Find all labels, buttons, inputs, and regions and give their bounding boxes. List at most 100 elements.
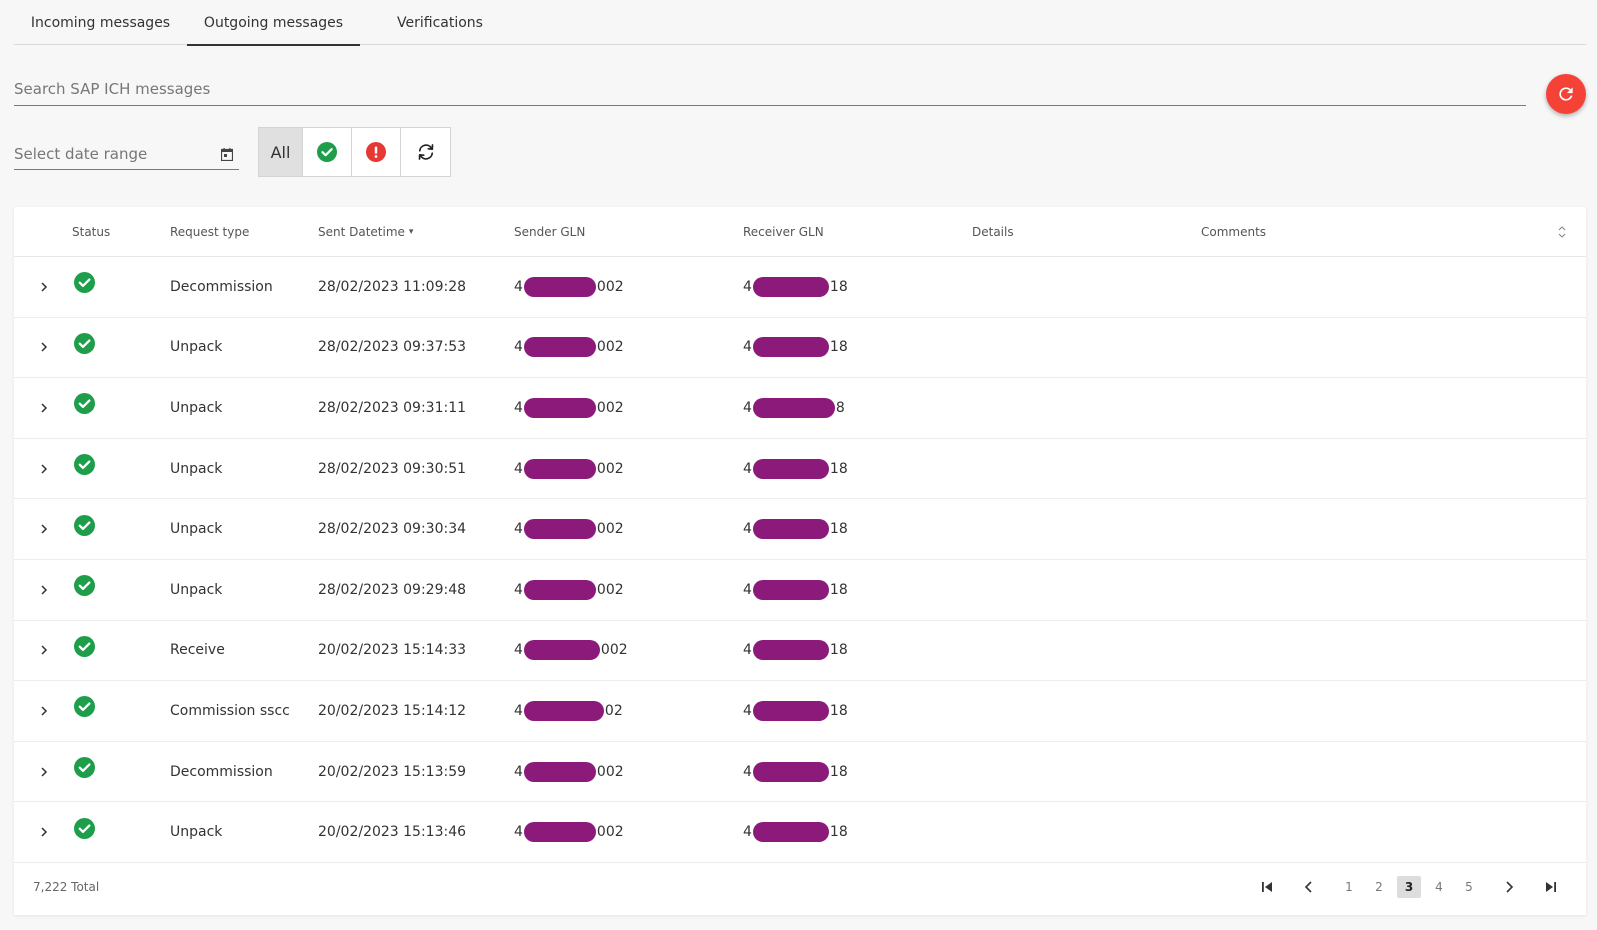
cell-sent-datetime: 20/02/2023 15:14:12 bbox=[318, 702, 467, 719]
sender-gln-prefix: 4 bbox=[514, 521, 523, 538]
cell-sent-datetime: 28/02/2023 09:29:48 bbox=[318, 581, 467, 598]
calendar-icon[interactable] bbox=[220, 147, 234, 161]
filter-error-button[interactable] bbox=[352, 128, 401, 176]
cell-receiver-gln: 48 bbox=[743, 378, 845, 438]
expand-row-chevron-icon[interactable] bbox=[36, 378, 52, 438]
status-success-icon bbox=[74, 435, 96, 495]
header-receiver-gln: Receiver GLN bbox=[743, 225, 824, 239]
filter-all-button[interactable]: All bbox=[259, 128, 303, 176]
filter-success-button[interactable] bbox=[303, 128, 352, 176]
table-row[interactable]: Decommission 28/02/2023 11:09:28 4 002 4 1… bbox=[14, 257, 1586, 318]
expand-row-chevron-icon[interactable] bbox=[36, 560, 52, 620]
table-row[interactable]: Unpack 28/02/2023 09:30:34 4 002 4 18 bbox=[14, 499, 1586, 560]
date-range-input[interactable] bbox=[14, 140, 220, 168]
receiver-gln-prefix: 4 bbox=[743, 339, 752, 356]
expand-row-chevron-icon[interactable] bbox=[36, 621, 52, 681]
expand-row-chevron-icon[interactable] bbox=[36, 742, 52, 802]
redaction-mark bbox=[752, 822, 829, 843]
table-row[interactable]: Commission sscc 20/02/2023 15:14:12 4 02 … bbox=[14, 681, 1586, 742]
receiver-gln-prefix: 4 bbox=[743, 278, 752, 295]
redaction-mark bbox=[752, 397, 835, 418]
page-4-button[interactable]: 4 bbox=[1427, 876, 1451, 898]
tab-incoming-messages[interactable]: Incoming messages bbox=[14, 0, 187, 45]
receiver-gln-prefix: 4 bbox=[743, 642, 752, 659]
redaction-mark bbox=[523, 579, 596, 600]
table-header: Status Request type Sent Datetime ▾ Send… bbox=[14, 207, 1586, 257]
sender-gln-suffix: 002 bbox=[596, 339, 624, 356]
receiver-gln-suffix: 18 bbox=[829, 278, 848, 295]
table-row[interactable]: Unpack 28/02/2023 09:31:11 4 002 48 bbox=[14, 378, 1586, 439]
header-sender-gln: Sender GLN bbox=[514, 225, 586, 239]
redaction-mark bbox=[523, 700, 604, 721]
search-input[interactable] bbox=[14, 74, 1526, 104]
redaction-mark bbox=[523, 276, 596, 297]
sender-gln-prefix: 4 bbox=[514, 278, 523, 295]
sender-gln-suffix: 002 bbox=[596, 278, 624, 295]
redaction-mark bbox=[523, 519, 596, 540]
check-circle-icon bbox=[317, 142, 337, 162]
messages-table: Status Request type Sent Datetime ▾ Send… bbox=[14, 207, 1586, 915]
tab-outgoing-messages[interactable]: Outgoing messages bbox=[187, 0, 360, 46]
table-row[interactable]: Unpack 28/02/2023 09:29:48 4 002 4 18 bbox=[14, 560, 1586, 621]
page-1-button[interactable]: 1 bbox=[1337, 876, 1361, 898]
table-row[interactable]: Unpack 20/02/2023 15:13:46 4 002 4 18 bbox=[14, 802, 1586, 863]
table-row[interactable]: Unpack 28/02/2023 09:30:51 4 002 4 18 bbox=[14, 439, 1586, 500]
refresh-button[interactable] bbox=[1546, 74, 1586, 114]
table-row[interactable]: Receive 20/02/2023 15:14:33 4 002 4 18 bbox=[14, 621, 1586, 682]
header-sent-datetime-label: Sent Datetime bbox=[318, 225, 405, 239]
status-success-icon bbox=[74, 253, 96, 313]
cell-sender-gln: 4 002 bbox=[514, 802, 624, 862]
first-page-icon[interactable] bbox=[1255, 875, 1279, 899]
cell-receiver-gln: 4 18 bbox=[743, 742, 848, 802]
cell-receiver-gln: 4 18 bbox=[743, 439, 848, 499]
redaction-mark bbox=[752, 761, 829, 782]
receiver-gln-suffix: 8 bbox=[835, 399, 845, 416]
redaction-mark bbox=[752, 337, 829, 358]
column-sort-icon[interactable] bbox=[1556, 225, 1568, 239]
sort-desc-icon[interactable]: ▾ bbox=[409, 227, 414, 237]
page-2-button[interactable]: 2 bbox=[1367, 876, 1391, 898]
sender-gln-suffix: 002 bbox=[596, 460, 624, 477]
cell-sent-datetime: 20/02/2023 15:13:59 bbox=[318, 763, 467, 780]
status-success-icon bbox=[74, 374, 96, 434]
sender-gln-prefix: 4 bbox=[514, 763, 523, 780]
tab-verifications[interactable]: Verifications bbox=[360, 0, 520, 45]
last-page-icon[interactable] bbox=[1539, 875, 1563, 899]
cell-sender-gln: 4 002 bbox=[514, 621, 628, 681]
sender-gln-suffix: 02 bbox=[604, 702, 623, 719]
cell-request-type: Unpack bbox=[170, 581, 223, 598]
page-3-button[interactable]: 3 bbox=[1397, 876, 1421, 898]
table-row[interactable]: Decommission 20/02/2023 15:13:59 4 002 4 1… bbox=[14, 742, 1586, 803]
cell-sent-datetime: 20/02/2023 15:13:46 bbox=[318, 824, 467, 841]
cell-sender-gln: 4 02 bbox=[514, 681, 623, 741]
sender-gln-prefix: 4 bbox=[514, 824, 523, 841]
sender-gln-prefix: 4 bbox=[514, 581, 523, 598]
redaction-mark bbox=[523, 458, 596, 479]
sender-gln-suffix: 002 bbox=[600, 642, 628, 659]
receiver-gln-suffix: 18 bbox=[829, 642, 848, 659]
redaction-mark bbox=[523, 397, 596, 418]
expand-row-chevron-icon[interactable] bbox=[36, 318, 52, 378]
sender-gln-prefix: 4 bbox=[514, 702, 523, 719]
total-count: 7,222 Total bbox=[33, 880, 100, 894]
sender-gln-suffix: 002 bbox=[596, 399, 624, 416]
cell-sent-datetime: 20/02/2023 15:14:33 bbox=[318, 642, 467, 659]
expand-row-chevron-icon[interactable] bbox=[36, 681, 52, 741]
cell-request-type: Unpack bbox=[170, 824, 223, 841]
expand-row-chevron-icon[interactable] bbox=[36, 257, 52, 317]
cell-receiver-gln: 4 18 bbox=[743, 499, 848, 559]
cell-request-type: Unpack bbox=[170, 460, 223, 477]
filter-pending-button[interactable] bbox=[401, 128, 450, 176]
cell-request-type: Commission sscc bbox=[170, 702, 290, 719]
page-5-button[interactable]: 5 bbox=[1457, 876, 1481, 898]
table-row[interactable]: Unpack 28/02/2023 09:37:53 4 002 4 18 bbox=[14, 318, 1586, 379]
next-page-icon[interactable] bbox=[1497, 875, 1521, 899]
header-sent-datetime[interactable]: Sent Datetime ▾ bbox=[318, 207, 413, 257]
expand-row-chevron-icon[interactable] bbox=[36, 499, 52, 559]
redaction-mark bbox=[752, 579, 829, 600]
cell-sender-gln: 4 002 bbox=[514, 378, 624, 438]
expand-row-chevron-icon[interactable] bbox=[36, 439, 52, 499]
cell-sender-gln: 4 002 bbox=[514, 560, 624, 620]
expand-row-chevron-icon[interactable] bbox=[36, 802, 52, 862]
prev-page-icon[interactable] bbox=[1297, 875, 1321, 899]
